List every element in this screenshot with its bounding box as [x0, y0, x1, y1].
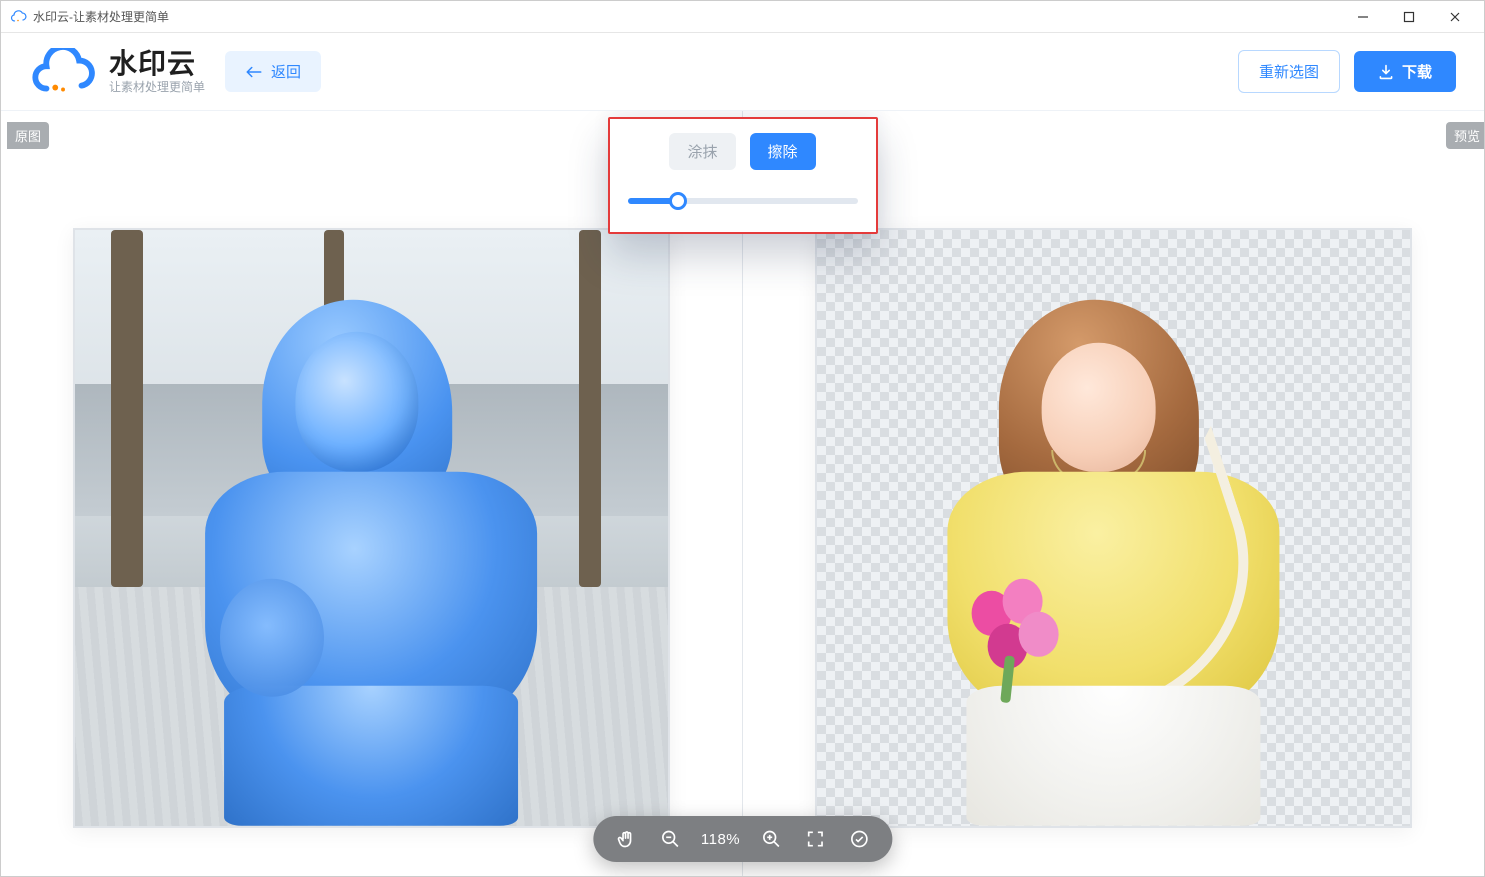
- reselect-button[interactable]: 重新选图: [1238, 50, 1340, 93]
- hand-icon: [616, 829, 636, 849]
- minimize-button[interactable]: [1340, 1, 1386, 33]
- slider-track: [628, 198, 858, 204]
- back-button-label: 返回: [271, 61, 301, 82]
- brand-tagline: 让素材处理更简单: [109, 81, 205, 94]
- check-circle-icon: [849, 829, 869, 849]
- brand-name: 水印云: [109, 49, 205, 80]
- pan-tool-button[interactable]: [613, 826, 639, 852]
- arrow-left-icon: [245, 65, 263, 79]
- tab-erase[interactable]: 擦除: [750, 133, 816, 170]
- zoom-in-icon: [761, 829, 781, 849]
- workspace: 原图 预览: [1, 111, 1484, 876]
- download-button-label: 下载: [1402, 61, 1432, 82]
- app-header: 水印云 让素材处理更简单 返回 重新选图 下载: [1, 33, 1484, 111]
- reselect-button-label: 重新选图: [1259, 61, 1319, 82]
- tab-erase-label: 擦除: [768, 144, 798, 161]
- zoom-out-button[interactable]: [657, 826, 683, 852]
- zoom-out-icon: [660, 829, 680, 849]
- window-title: 水印云-让素材处理更简单: [33, 8, 169, 25]
- selection-mask-overlay: [134, 289, 608, 825]
- fullscreen-icon: [805, 829, 825, 849]
- brush-mode-tabs: 涂抹 擦除: [628, 133, 858, 170]
- back-button[interactable]: 返回: [225, 51, 321, 92]
- original-badge: 原图: [7, 122, 49, 149]
- zoom-level: 118%: [701, 831, 740, 848]
- zoom-in-button[interactable]: [758, 826, 784, 852]
- titlebar: 水印云-让素材处理更简单: [1, 1, 1484, 33]
- close-button[interactable]: [1432, 1, 1478, 33]
- preview-badge: 预览: [1446, 122, 1484, 149]
- fit-screen-button[interactable]: [802, 826, 828, 852]
- download-button[interactable]: 下载: [1354, 51, 1456, 92]
- cloud-logo-icon: [29, 48, 99, 96]
- slider-thumb[interactable]: [669, 192, 687, 210]
- brush-size-slider[interactable]: [628, 192, 858, 210]
- maximize-button[interactable]: [1386, 1, 1432, 33]
- brush-tool-panel: 涂抹 擦除: [608, 117, 878, 234]
- download-icon: [1378, 64, 1394, 80]
- confirm-button[interactable]: [846, 826, 872, 852]
- app-window: 水印云-让素材处理更简单 水印云 让素材处理更简单 返回: [0, 0, 1485, 877]
- result-canvas[interactable]: [815, 228, 1413, 828]
- app-logo-icon: [11, 9, 27, 25]
- tab-paint[interactable]: 涂抹: [669, 133, 735, 170]
- cutout-subject: [876, 289, 1351, 825]
- tab-paint-label: 涂抹: [687, 144, 717, 161]
- logo: 水印云 让素材处理更简单: [29, 48, 205, 96]
- view-toolbar: 118%: [593, 816, 892, 862]
- original-canvas[interactable]: [73, 228, 670, 828]
